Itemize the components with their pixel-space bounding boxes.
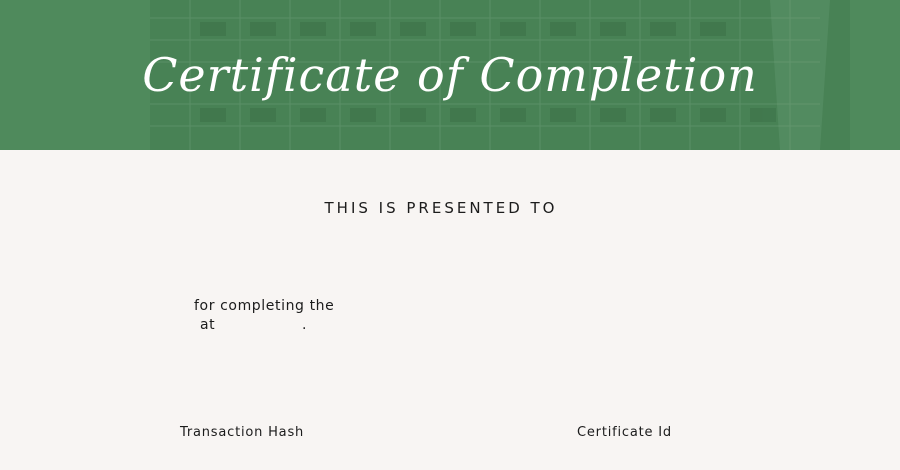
completion-text: for completing the <box>194 298 335 314</box>
header-banner: Certificate of Completion <box>0 0 900 150</box>
certificate: Certificate of Completion THIS IS PRESEN… <box>0 0 900 470</box>
presented-to-heading: THIS IS PRESENTED TO <box>324 199 558 217</box>
location-text: at <box>200 317 216 333</box>
certificate-id-label: Certificate Id <box>577 425 672 440</box>
certificate-title: Certificate of Completion <box>142 48 758 102</box>
transaction-hash-label: Transaction Hash <box>180 425 305 440</box>
location-period: . <box>302 317 307 333</box>
